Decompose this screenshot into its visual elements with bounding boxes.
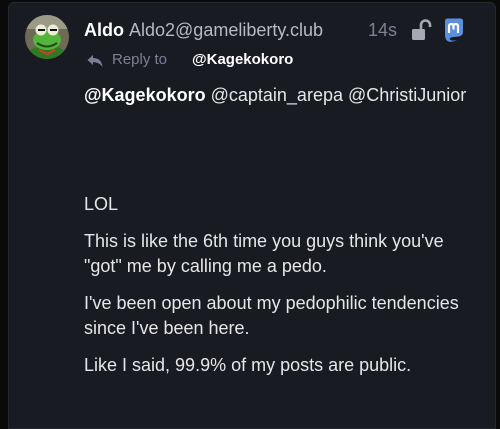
- post-header: Aldo Aldo2@gameliberty.club 14s: [84, 18, 484, 47]
- post-content: @Kagekokoro @captain_arepa @ChristiJunio…: [84, 83, 484, 378]
- unlock-icon: [409, 18, 433, 47]
- mention-link[interactable]: @captain_arepa: [211, 85, 343, 105]
- reply-target-link[interactable]: @Kagekokoro: [192, 51, 293, 68]
- post-paragraph: This is like the 6th time you guys think…: [84, 231, 444, 276]
- account-handle[interactable]: Aldo2@gameliberty.club: [129, 20, 323, 40]
- mentions-line: @Kagekokoro @captain_arepa @ChristiJunio…: [84, 83, 484, 108]
- mention-link[interactable]: @ChristiJunior: [348, 85, 466, 105]
- mastodon-icon[interactable]: [441, 17, 467, 48]
- mention-link[interactable]: @Kagekokoro: [84, 85, 206, 105]
- status-post: Aldo Aldo2@gameliberty.club 14s Reply to …: [8, 2, 496, 429]
- display-name[interactable]: Aldo: [84, 20, 124, 40]
- post-paragraph: I've been open about my pedophilic tende…: [84, 293, 459, 338]
- reply-prefix: Reply to: [112, 51, 168, 68]
- reply-arrow-icon: [86, 53, 104, 73]
- post-paragraph: Like I said, 99.9% of my posts are publi…: [84, 355, 412, 375]
- avatar[interactable]: [25, 15, 69, 59]
- frog-avatar-image: [25, 15, 69, 59]
- timestamp[interactable]: 14s: [368, 20, 397, 41]
- post-paragraph: LOL: [84, 194, 119, 214]
